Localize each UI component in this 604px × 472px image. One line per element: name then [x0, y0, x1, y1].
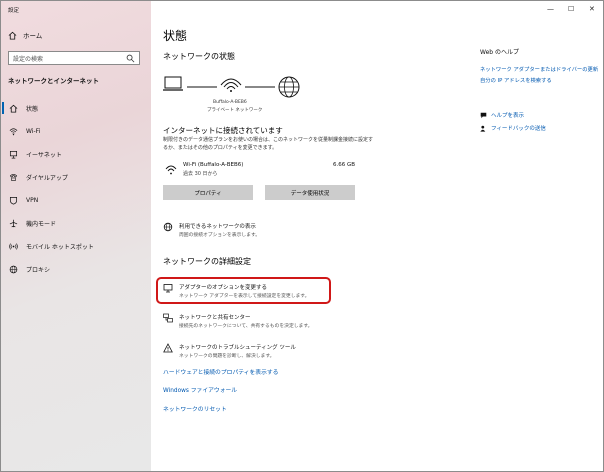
sidebar-item-airplane[interactable]: 機内モード	[1, 212, 151, 235]
dialup-icon	[9, 173, 18, 182]
help-link-adapter[interactable]: ネットワーク アダプターまたはドライバーの更新	[480, 65, 598, 73]
hotspot-icon	[9, 242, 18, 251]
close-button[interactable]: ✕	[589, 5, 595, 13]
get-help-link[interactable]: ヘルプを表示	[480, 111, 524, 119]
sidebar-item-hotspot[interactable]: モバイル ホットスポット	[1, 235, 151, 258]
feedback-link[interactable]: フィードバックの送信	[480, 124, 546, 132]
sidebar-item-dialup[interactable]: ダイヤルアップ	[1, 166, 151, 189]
feedback-label: フィードバックの送信	[491, 126, 546, 132]
sidebar-item-label: プロキシ	[26, 267, 51, 274]
troubleshoot-sub: ネットワークの問題を診断し、解決します。	[179, 354, 275, 359]
help-chat-icon	[480, 112, 487, 118]
connected-desc: 制限付きのデータ通信プランをお使いの場合は、このネットワークを従量制課金接続に設…	[163, 137, 374, 151]
network-globe-icon	[163, 222, 173, 232]
wifi-connection-row: Wi-Fi (Buffalo-A-BEB6) 過去 30 日から 6.66 GB	[163, 161, 355, 181]
main-panel: — ☐ ✕ 状態 ネットワークの状態 Buffalo-A-BEB6 プライベート…	[151, 1, 603, 471]
ethernet-icon	[9, 150, 18, 159]
page-title: 状態	[163, 29, 188, 43]
sidebar-item-label: ダイヤルアップ	[26, 175, 68, 182]
sidebar-item-status[interactable]: 状態	[1, 97, 151, 120]
search-placeholder: 設定の検索	[13, 55, 44, 63]
home-nav[interactable]: ホーム	[8, 29, 42, 41]
internet-globe-icon	[278, 76, 300, 98]
firewall-link[interactable]: Windows ファイアウォール	[163, 385, 237, 394]
available-networks-link[interactable]: 利用できるネットワークの表示 周囲の接続オプションを表示します。	[163, 222, 260, 238]
warning-triangle-icon	[163, 343, 173, 353]
search-input[interactable]: 設定の検索	[8, 51, 140, 65]
adapter-options-sub: ネットワーク アダプターを表示して接続設定を変更します。	[179, 294, 310, 299]
sharing-center-link[interactable]: ネットワークと共有センター 接続先のネットワークについて、共有するものを決定しま…	[163, 313, 312, 329]
adapter-monitor-icon	[163, 283, 173, 293]
home-icon	[8, 31, 17, 40]
wifi-signal-icon	[220, 78, 242, 92]
sidebar-item-vpn[interactable]: VPN	[1, 189, 151, 212]
troubleshoot-link[interactable]: ネットワークのトラブルシューティング ツール ネットワークの問題を診断し、解決し…	[163, 343, 296, 359]
troubleshoot-title: ネットワークのトラブルシューティング ツール	[179, 345, 296, 351]
globe-icon	[9, 265, 18, 274]
sharing-center-title: ネットワークと共有センター	[179, 315, 251, 321]
sidebar-nav: 状態 Wi-Fi イーサネット ダイヤルアップ VPN 機内モード モバイル ホ…	[1, 97, 151, 281]
home-status-icon	[9, 104, 18, 113]
available-networks-title: 利用できるネットワークの表示	[179, 224, 256, 230]
vpn-icon	[9, 196, 18, 205]
wifi-signal-icon	[165, 165, 177, 175]
hardware-properties-link[interactable]: ハードウェアと接続のプロパティを表示する	[163, 367, 278, 376]
sidebar-item-label: Wi-Fi	[26, 128, 41, 135]
laptop-icon	[163, 76, 183, 91]
sharing-center-icon	[163, 313, 173, 323]
wifi-data-size: 6.66 GB	[332, 162, 355, 168]
data-usage-button[interactable]: データ使用状況	[265, 185, 355, 200]
adapter-options-link[interactable]: アダプターのオプションを変更する ネットワーク アダプターを表示して接続設定を変…	[163, 283, 309, 299]
wifi-name: Wi-Fi (Buffalo-A-BEB6)	[183, 162, 244, 168]
sidebar-item-label: 状態	[26, 106, 39, 113]
network-reset-link[interactable]: ネットワークのリセット	[163, 404, 227, 413]
sidebar-item-label: VPN	[26, 197, 39, 204]
airplane-icon	[9, 219, 18, 228]
section-title: ネットワークとインターネット	[8, 77, 99, 85]
maximize-button[interactable]: ☐	[568, 5, 574, 13]
network-type: プライベート ネットワーク	[207, 108, 263, 113]
web-help-heading: Web のヘルプ	[480, 49, 519, 56]
advanced-settings-heading: ネットワークの詳細設定	[163, 257, 251, 266]
available-networks-sub: 周囲の接続オプションを表示します。	[179, 233, 261, 238]
app-title: 設定	[8, 8, 20, 14]
sidebar-item-label: イーサネット	[26, 152, 62, 159]
adapter-options-title: アダプターのオプションを変更する	[179, 285, 268, 291]
home-label: ホーム	[23, 32, 43, 40]
search-icon	[126, 54, 135, 63]
sidebar-item-wifi[interactable]: Wi-Fi	[1, 120, 151, 143]
feedback-person-icon	[480, 125, 486, 132]
sidebar: 設定 ホーム 設定の検索 ネットワークとインターネット 状態 Wi-Fi イーサ…	[1, 1, 151, 471]
sidebar-item-ethernet[interactable]: イーサネット	[1, 143, 151, 166]
connected-title: インターネットに接続されています	[163, 126, 283, 135]
wifi-usage-period: 過去 30 日から	[183, 171, 218, 177]
sidebar-item-label: モバイル ホットスポット	[26, 244, 94, 251]
sidebar-item-proxy[interactable]: プロキシ	[1, 258, 151, 281]
get-help-label: ヘルプを表示	[491, 113, 525, 119]
wifi-icon	[9, 127, 18, 136]
network-status-heading: ネットワークの状態	[163, 52, 235, 61]
network-name: Buffalo-A-BEB6	[213, 100, 247, 105]
sidebar-item-label: 機内モード	[26, 221, 57, 228]
minimize-button[interactable]: —	[547, 5, 554, 13]
sharing-center-sub: 接続先のネットワークについて、共有するものを決定します。	[179, 324, 313, 329]
help-link-ip[interactable]: 自分の IP アドレスを検索する	[480, 76, 552, 84]
properties-button[interactable]: プロパティ	[163, 185, 253, 200]
